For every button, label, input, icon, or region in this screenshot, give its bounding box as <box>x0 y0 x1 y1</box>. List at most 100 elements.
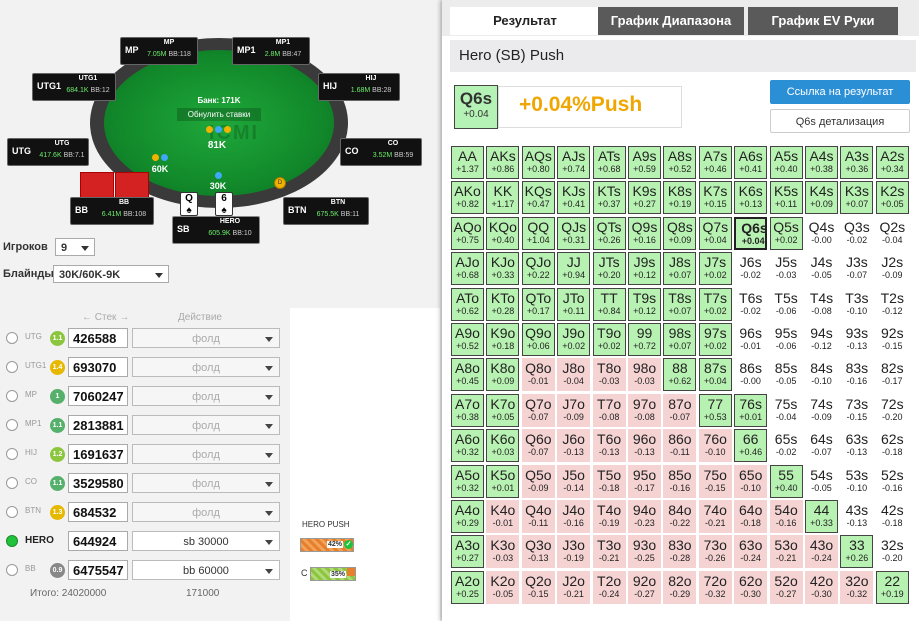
hand-cell[interactable]: J9o +0.02 <box>557 323 591 356</box>
hand-cell[interactable]: 75s -0.04 <box>770 394 803 427</box>
hand-cell[interactable]: AKo +0.82 <box>451 181 484 215</box>
hand-cell[interactable]: 65o -0.10 <box>734 464 768 498</box>
hand-cell[interactable]: J3o -0.19 <box>557 535 591 569</box>
hand-cell[interactable]: A7s +0.46 <box>698 146 732 179</box>
player-action-select[interactable]: фолд <box>132 357 280 377</box>
hand-cell[interactable]: 87o -0.07 <box>663 393 697 427</box>
hand-cell[interactable]: Q6o -0.07 <box>521 429 555 463</box>
player-action-select[interactable]: фолд <box>132 502 280 522</box>
hand-cell[interactable]: 54o -0.16 <box>769 500 803 533</box>
seat-co[interactable]: CO CO 3.52M BB:59 <box>340 138 422 166</box>
hand-cell[interactable]: Q3s -0.02 <box>840 217 873 250</box>
player-action-select[interactable]: фолд <box>132 328 280 348</box>
player-radio[interactable] <box>6 535 18 547</box>
player-radio[interactable] <box>6 506 18 518</box>
hand-cell[interactable]: 73s -0.15 <box>840 394 873 427</box>
hand-cell[interactable]: 82s -0.17 <box>876 358 909 391</box>
hand-cell[interactable]: 94s -0.12 <box>805 323 838 356</box>
hand-cell[interactable]: AJo +0.68 <box>451 252 484 286</box>
hand-cell[interactable]: J6o -0.13 <box>557 429 591 463</box>
hand-cell[interactable]: 84o -0.22 <box>663 500 697 533</box>
seat-bb[interactable]: BB BB 6.41M BB:108 <box>70 197 154 225</box>
hand-cell[interactable]: J4s -0.05 <box>805 252 838 285</box>
hand-cell[interactable]: 92s -0.15 <box>876 323 909 356</box>
hand-cell[interactable]: 44 +0.33 <box>805 500 838 533</box>
hand-cell[interactable]: 63s -0.13 <box>840 429 873 462</box>
player-stack-input[interactable]: 684532 <box>68 502 128 522</box>
hand-cell[interactable]: AA +1.37 <box>451 146 484 179</box>
seat-utg1[interactable]: UTG1 UTG1 684.1K BB:12 <box>32 73 116 101</box>
player-radio[interactable] <box>6 477 18 489</box>
hand-cell[interactable]: J9s +0.12 <box>628 252 661 286</box>
hand-cell[interactable]: K4s +0.09 <box>805 181 838 215</box>
hand-cell[interactable]: Q6s +0.04 <box>734 216 768 250</box>
player-action-select[interactable]: фолд <box>132 444 280 464</box>
hand-cell[interactable]: A8s +0.52 <box>663 146 697 179</box>
hand-cell[interactable]: AQs +0.80 <box>521 146 555 179</box>
hand-cell[interactable]: 76s +0.01 <box>734 393 768 427</box>
hand-cell[interactable]: JJ +0.94 <box>557 252 591 286</box>
hand-cell[interactable]: J2s -0.09 <box>876 252 909 285</box>
hand-cell[interactable]: A5s +0.40 <box>769 146 803 179</box>
hand-cell[interactable]: J6s -0.02 <box>734 252 767 285</box>
player-stack-input[interactable]: 426588 <box>68 328 128 348</box>
player-stack-input[interactable]: 693070 <box>68 357 128 377</box>
hand-cell[interactable]: 95o -0.17 <box>628 464 661 498</box>
hand-cell[interactable]: 76o -0.10 <box>698 429 732 463</box>
hand-cell[interactable]: 93o -0.25 <box>628 535 661 569</box>
hand-cell[interactable]: 53s -0.10 <box>840 465 873 498</box>
hand-cell[interactable]: 62o -0.30 <box>734 570 768 604</box>
players-select[interactable]: 9 <box>55 238 95 256</box>
hand-cell[interactable]: Q4o -0.11 <box>521 500 555 533</box>
hand-cell[interactable]: 97o -0.08 <box>628 393 661 427</box>
hand-cell[interactable]: K4o -0.01 <box>486 500 520 533</box>
hand-cell[interactable]: 74o -0.21 <box>698 500 732 533</box>
hand-cell[interactable]: KQs +0.47 <box>521 181 555 215</box>
hand-cell[interactable]: Q8o -0.01 <box>521 358 555 392</box>
hand-cell[interactable]: Q2s -0.04 <box>876 217 909 250</box>
hand-cell[interactable]: T9o +0.02 <box>592 323 626 356</box>
hand-cell[interactable]: JTs +0.20 <box>592 252 626 286</box>
hand-cell[interactable]: Q5o -0.09 <box>521 464 555 498</box>
hand-cell[interactable]: 85s -0.05 <box>770 358 803 391</box>
hand-cell[interactable]: A4o +0.29 <box>451 500 484 533</box>
hand-cell[interactable]: T7o -0.08 <box>592 393 626 427</box>
hand-cell[interactable]: QQ +1.04 <box>521 216 555 250</box>
seat-btn[interactable]: BTN BTN 675.5K BB:11 <box>283 197 369 225</box>
hand-cell[interactable]: 33 +0.26 <box>840 535 874 569</box>
hand-cell[interactable]: 65s -0.02 <box>770 429 803 462</box>
hand-cell[interactable]: A2s +0.34 <box>875 146 909 179</box>
hand-cell[interactable]: T6o -0.13 <box>592 429 626 463</box>
hand-cell[interactable]: A3o +0.27 <box>451 535 484 569</box>
hand-cell[interactable]: 52o -0.27 <box>769 570 803 604</box>
hand-cell[interactable]: 54s -0.05 <box>805 465 838 498</box>
hand-cell[interactable]: 66 +0.46 <box>734 429 768 463</box>
hand-cell[interactable]: J4o -0.16 <box>557 500 591 533</box>
player-radio[interactable] <box>6 332 18 344</box>
hand-cell[interactable]: 88 +0.62 <box>663 358 697 392</box>
player-radio[interactable] <box>6 564 18 576</box>
hand-cell[interactable]: 83s -0.16 <box>840 358 873 391</box>
seat-hij[interactable]: HIJ HIJ 1.68M BB:28 <box>318 73 400 101</box>
hand-cell[interactable]: 86o -0.11 <box>663 429 697 463</box>
seat-hero[interactable]: SB HERO 605.9K BB:10 <box>172 216 260 244</box>
hand-cell[interactable]: T6s -0.02 <box>734 288 767 321</box>
tab-range-chart[interactable]: График Диапазона <box>598 7 744 35</box>
hand-cell[interactable]: T4s -0.08 <box>805 288 838 321</box>
hand-cell[interactable]: A6o +0.32 <box>451 429 484 463</box>
hand-cell[interactable]: 73o -0.26 <box>698 535 732 569</box>
hand-cell[interactable]: K8o +0.09 <box>486 358 520 392</box>
hand-cell[interactable]: T4o -0.19 <box>592 500 626 533</box>
hand-cell[interactable]: KK +1.17 <box>486 181 520 215</box>
hand-cell[interactable]: 55 +0.40 <box>769 464 803 498</box>
hand-cell[interactable]: KJs +0.41 <box>557 181 591 215</box>
hand-cell[interactable]: 97s +0.02 <box>698 323 732 356</box>
player-radio[interactable] <box>6 361 18 373</box>
hand-cell[interactable]: ATs +0.68 <box>592 146 626 179</box>
hand-cell[interactable]: K5o +0.01 <box>486 464 520 498</box>
hand-cell[interactable]: T8o -0.03 <box>592 358 626 392</box>
player-radio[interactable] <box>6 390 18 402</box>
hand-cell[interactable]: 83o -0.28 <box>663 535 697 569</box>
hand-cell[interactable]: J7o -0.09 <box>557 393 591 427</box>
player-stack-input[interactable]: 3529580 <box>68 473 128 493</box>
